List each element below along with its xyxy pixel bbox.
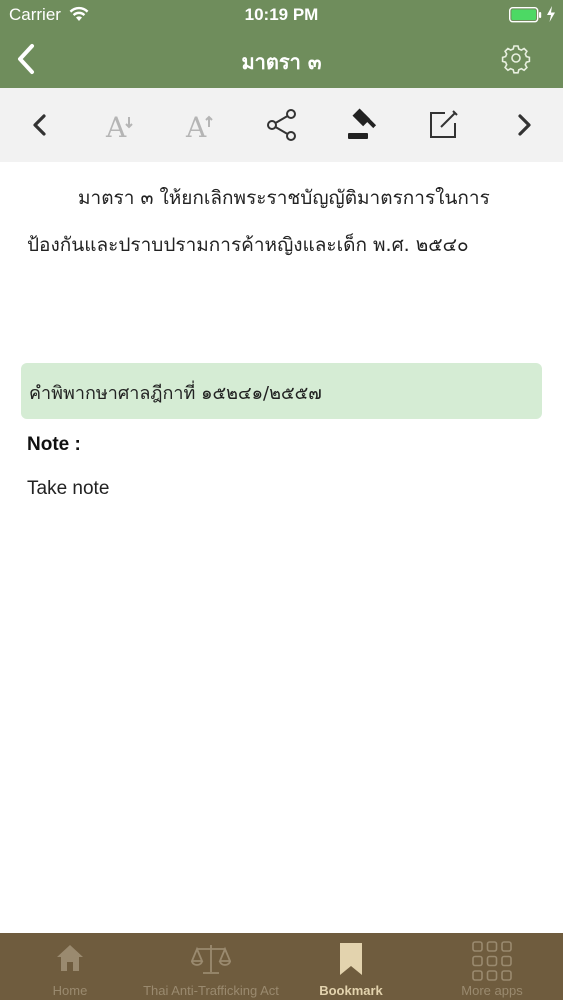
chevron-right-icon bbox=[518, 114, 531, 136]
supreme-court-judgment-link[interactable]: คำพิพากษาศาลฎีกาที่ ๑๕๒๔๑/๒๕๕๗ bbox=[21, 363, 542, 419]
judgment-reference: คำพิพากษาศาลฎีกาที่ ๑๕๒๔๑/๒๕๕๗ bbox=[29, 383, 322, 404]
grid-icon bbox=[472, 941, 512, 985]
next-article-button[interactable] bbox=[506, 107, 542, 143]
app-header: Carrier 10:19 PM มาตรา ๓ bbox=[0, 0, 563, 88]
font-size-increase-icon: A bbox=[185, 111, 213, 144]
bookmark-icon bbox=[338, 941, 364, 981]
font-size-decrease-icon: A bbox=[105, 111, 133, 144]
settings-button[interactable] bbox=[500, 42, 532, 74]
navigation-bar: มาตรา ๓ bbox=[0, 30, 563, 88]
scales-icon bbox=[190, 941, 232, 981]
home-icon bbox=[53, 941, 87, 979]
decrease-font-button[interactable]: A bbox=[102, 107, 138, 144]
share-icon bbox=[267, 109, 296, 141]
previous-article-button[interactable] bbox=[22, 107, 58, 143]
gear-icon bbox=[501, 45, 531, 74]
tab-label: More apps bbox=[461, 983, 523, 998]
edit-icon bbox=[430, 110, 458, 138]
share-button[interactable] bbox=[264, 107, 300, 143]
tab-bookmark[interactable]: Bookmark bbox=[281, 933, 421, 1000]
edit-note-button[interactable] bbox=[425, 107, 461, 143]
tab-label: Bookmark bbox=[319, 983, 383, 998]
svg-text:A: A bbox=[185, 111, 207, 143]
tab-thai-anti-trafficking-act[interactable]: Thai Anti-Trafficking Act bbox=[141, 933, 281, 1000]
tab-label: Thai Anti-Trafficking Act bbox=[143, 983, 279, 998]
article-text: มาตรา ๓ ให้ยกเลิกพระราชบัญญัติมาตรการในก… bbox=[27, 187, 490, 256]
increase-font-button[interactable]: A bbox=[182, 107, 218, 144]
status-bar: Carrier 10:19 PM bbox=[0, 0, 563, 30]
clock: 10:19 PM bbox=[244, 5, 319, 24]
tab-bar: Home Thai Anti-Trafficking Act Bookmark bbox=[0, 933, 563, 1000]
note-label: Note : bbox=[27, 434, 81, 455]
article-toolbar: A A bbox=[0, 88, 563, 162]
tab-home[interactable]: Home bbox=[0, 933, 140, 1000]
charging-icon bbox=[546, 6, 556, 26]
tab-more-apps[interactable]: More apps bbox=[422, 933, 562, 1000]
tab-label: Home bbox=[52, 983, 88, 998]
gavel-icon bbox=[348, 108, 377, 139]
note-input[interactable]: Take note bbox=[27, 478, 537, 500]
svg-text:A: A bbox=[105, 111, 127, 143]
chevron-left-icon bbox=[33, 114, 46, 136]
page-title: มาตรา ๓ bbox=[241, 50, 322, 74]
battery-icon bbox=[508, 6, 543, 27]
judgment-button[interactable] bbox=[344, 107, 380, 143]
